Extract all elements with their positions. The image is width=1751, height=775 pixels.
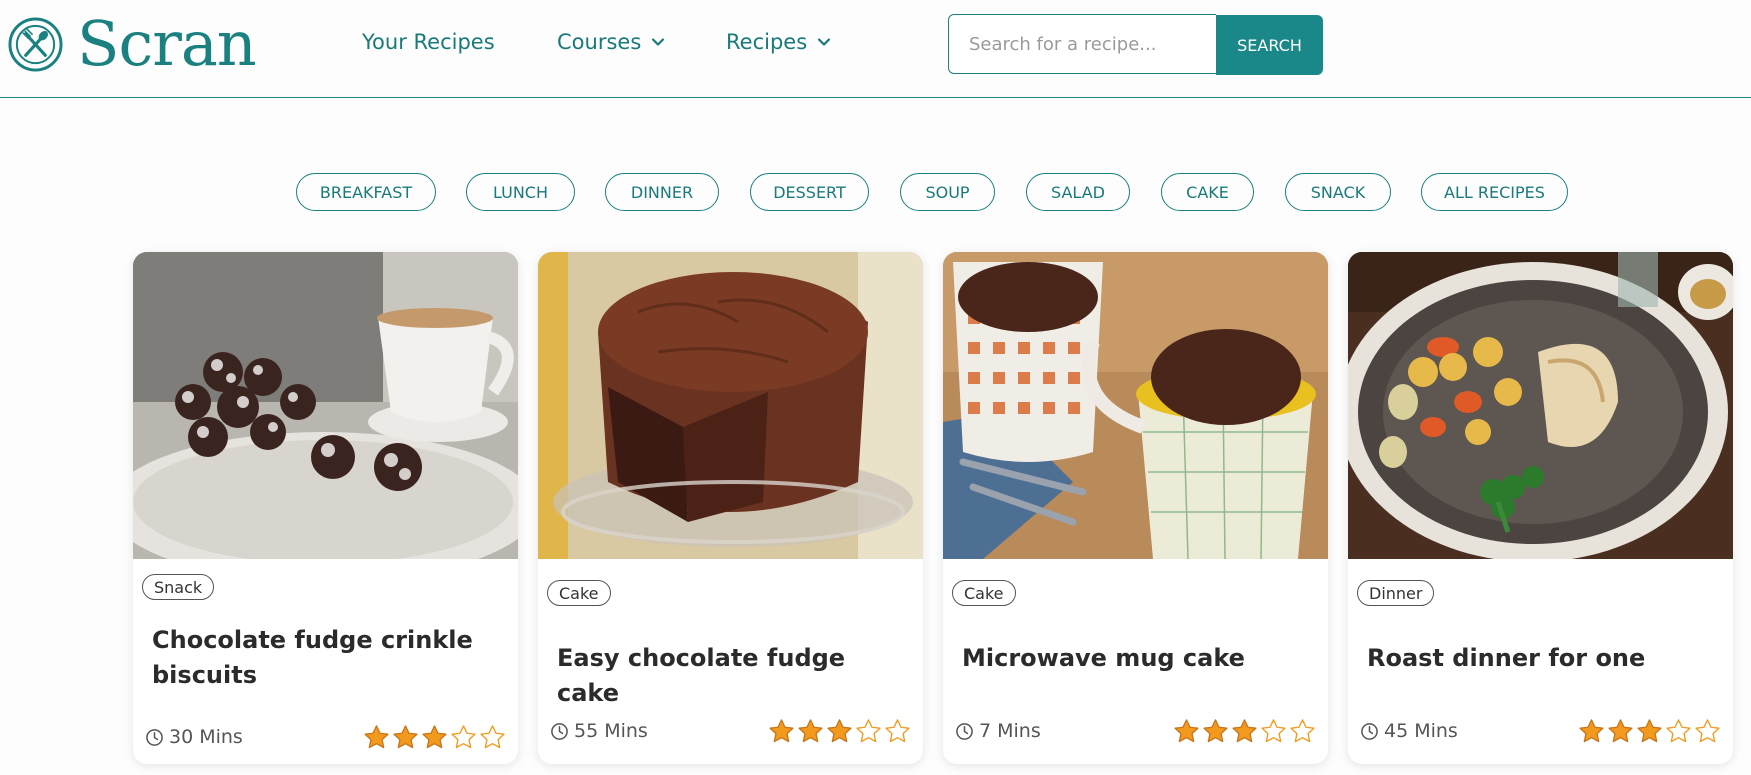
star-filled-icon — [1232, 719, 1257, 743]
clock-icon — [956, 722, 973, 740]
star-rating — [1576, 718, 1721, 745]
recipe-title: Chocolate fudge crinkle biscuits — [152, 626, 473, 689]
star-empty-icon — [451, 725, 476, 749]
recipe-time: 30 Mins — [145, 726, 243, 748]
star-empty-icon — [856, 719, 881, 743]
star-empty-icon — [480, 725, 505, 749]
cutlery-logo-icon — [8, 16, 63, 72]
recipe-category-tag: Snack — [142, 574, 215, 600]
recipe-title: Easy chocolate fudge cake — [557, 644, 846, 707]
star-filled-icon — [393, 725, 418, 749]
star-empty-icon — [1290, 719, 1315, 743]
star-empty-icon — [885, 719, 910, 743]
category-dinner[interactable]: DINNER — [605, 173, 719, 211]
category-salad[interactable]: SALAD — [1026, 173, 1130, 211]
recipe-image — [1348, 252, 1733, 559]
star-empty-icon — [1261, 719, 1286, 743]
search-input[interactable] — [948, 14, 1216, 74]
recipe-title: Roast dinner for one — [1367, 644, 1646, 672]
star-filled-icon — [1203, 719, 1228, 743]
star-filled-icon — [1579, 719, 1604, 743]
clock-icon — [551, 722, 568, 740]
recipe-card[interactable]: Snack Chocolate fudge crinkle biscuits 3… — [133, 252, 518, 764]
recipe-time: 45 Mins — [1360, 720, 1458, 742]
recipe-time-label: 45 Mins — [1384, 720, 1458, 742]
category-breakfast[interactable]: BREAKFAST — [296, 173, 436, 211]
recipe-image — [538, 252, 923, 559]
recipe-image — [943, 252, 1328, 559]
star-rating — [1171, 718, 1316, 745]
star-filled-icon — [1174, 719, 1199, 743]
site-header: Scran Your Recipes Courses Recipes SEARC… — [0, 0, 1751, 98]
search-button[interactable]: SEARCH — [1216, 15, 1323, 75]
category-filter-bar: BREAKFAST LUNCH DINNER DESSERT SOUP SALA… — [0, 173, 1751, 211]
category-lunch[interactable]: LUNCH — [466, 173, 575, 211]
nav-recipes-label: Recipes — [726, 30, 808, 54]
clock-icon — [1361, 722, 1378, 740]
nav-recipes-dropdown[interactable]: Recipes — [726, 30, 831, 54]
category-soup[interactable]: SOUP — [900, 173, 995, 211]
recipe-category-tag: Cake — [547, 580, 611, 606]
category-all-recipes[interactable]: ALL RECIPES — [1421, 173, 1568, 211]
star-filled-icon — [1608, 719, 1633, 743]
recipe-time-label: 7 Mins — [979, 720, 1041, 742]
star-rating — [766, 718, 911, 745]
nav-courses-dropdown[interactable]: Courses — [557, 30, 665, 54]
star-filled-icon — [422, 725, 447, 749]
star-filled-icon — [798, 719, 823, 743]
nav-your-recipes-label: Your Recipes — [362, 30, 495, 54]
recipe-card[interactable]: Cake Easy chocolate fudge cake 55 Mins — [538, 252, 923, 764]
recipe-time: 7 Mins — [955, 720, 1041, 742]
star-filled-icon — [769, 719, 794, 743]
star-filled-icon — [364, 725, 389, 749]
recipe-category-tag: Cake — [952, 580, 1016, 606]
clock-icon — [146, 728, 163, 746]
recipe-time-label: 30 Mins — [169, 726, 243, 748]
star-empty-icon — [1695, 719, 1720, 743]
recipe-time-label: 55 Mins — [574, 720, 648, 742]
category-cake[interactable]: CAKE — [1161, 173, 1254, 211]
recipe-time: 55 Mins — [550, 720, 648, 742]
chevron-down-icon — [652, 38, 665, 46]
recipe-card[interactable]: Cake Microwave mug cake 7 Mins — [943, 252, 1328, 764]
nav-your-recipes[interactable]: Your Recipes — [362, 30, 495, 54]
star-empty-icon — [1666, 719, 1691, 743]
recipe-image — [133, 252, 518, 559]
brand-name: Scran — [77, 7, 257, 80]
star-filled-icon — [827, 719, 852, 743]
category-snack[interactable]: SNACK — [1285, 173, 1391, 211]
star-rating — [361, 724, 506, 751]
recipe-category-tag: Dinner — [1357, 580, 1435, 606]
star-filled-icon — [1637, 719, 1662, 743]
recipe-title: Microwave mug cake — [962, 644, 1245, 672]
logo[interactable]: Scran — [8, 7, 257, 80]
recipe-card[interactable]: Dinner Roast dinner for one 45 Mins — [1348, 252, 1733, 764]
category-dessert[interactable]: DESSERT — [750, 173, 869, 211]
nav-courses-label: Courses — [557, 30, 642, 54]
chevron-down-icon — [818, 38, 831, 46]
